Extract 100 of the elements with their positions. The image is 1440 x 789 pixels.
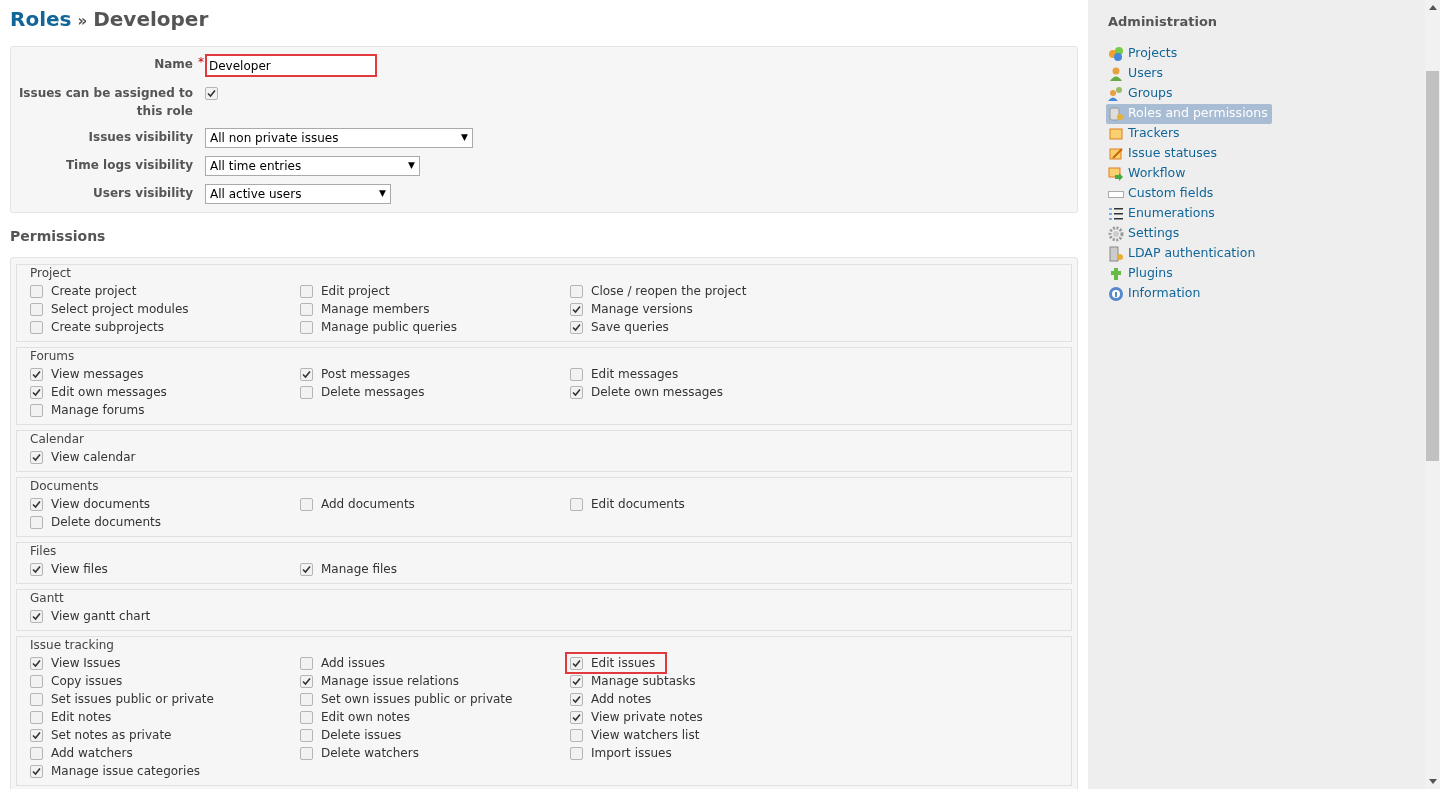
checkbox[interactable] [30,656,43,670]
checkbox[interactable] [300,692,313,706]
sidebar-link[interactable]: LDAP authentication [1108,243,1256,264]
permission-option[interactable]: Manage files [297,560,407,578]
permission-option[interactable]: View messages [27,365,154,383]
select-field[interactable]: All non private issues ▼ [205,128,473,148]
select-field[interactable]: All active users ▼ [205,184,391,204]
checkbox[interactable] [30,764,43,778]
breadcrumb-link[interactable]: Roles [10,4,72,34]
checkbox[interactable] [205,87,218,100]
select-field[interactable]: All time entries ▼ [205,156,420,176]
permission-option[interactable]: Close / reopen the project [567,282,757,300]
checkbox[interactable] [570,320,583,334]
permission-option[interactable]: Post messages [297,365,421,383]
permission-option[interactable]: Add issues [297,654,396,672]
permission-option[interactable]: Create subprojects [27,318,175,336]
sidebar-link[interactable]: Information [1108,283,1201,304]
permission-option[interactable]: Manage public queries [297,318,467,336]
permission-option[interactable]: Edit own messages [27,383,177,401]
permission-option[interactable]: View gantt chart [27,607,161,625]
permission-option[interactable]: Delete watchers [297,744,429,762]
permission-option[interactable]: View documents [27,495,161,513]
permission-option[interactable]: Add notes [567,690,662,708]
sidebar-link[interactable]: Projects [1108,43,1178,64]
checkbox[interactable] [300,284,313,298]
checkbox[interactable] [300,728,313,742]
permission-option[interactable]: Edit documents [567,495,695,513]
checkbox[interactable] [30,320,43,334]
permission-option[interactable]: Import issues [567,744,682,762]
checkbox[interactable] [30,609,43,623]
permission-option[interactable]: Edit messages [567,365,689,383]
permission-option[interactable]: Copy issues [27,672,133,690]
permission-option[interactable]: Manage issue categories [27,762,211,780]
checkbox[interactable] [300,656,313,670]
checkbox[interactable] [570,385,583,399]
permission-option[interactable]: View files [27,560,118,578]
permission-option[interactable]: Edit own notes [297,708,420,726]
permission-option[interactable]: View watchers list [567,726,710,744]
scrollbar-thumb[interactable] [1426,71,1439,461]
checkbox[interactable] [300,367,313,381]
checkbox[interactable] [570,656,583,670]
scroll-down-icon[interactable] [1428,779,1437,784]
checkbox[interactable] [570,302,583,316]
checkbox[interactable] [30,710,43,724]
permission-option[interactable]: Set notes as private [27,726,182,744]
checkbox[interactable] [30,403,43,417]
checkbox[interactable] [300,562,313,576]
permission-option[interactable]: Edit notes [27,708,122,726]
checkbox[interactable] [570,692,583,706]
checkbox[interactable] [300,320,313,334]
permission-option[interactable]: Manage issue relations [297,672,470,690]
checkbox[interactable] [30,450,43,464]
permission-option[interactable]: Create project [27,282,147,300]
sidebar-link[interactable]: Enumerations [1108,203,1215,224]
permission-option[interactable]: Delete issues [297,726,412,744]
checkbox[interactable] [570,284,583,298]
permission-option[interactable]: Edit project [297,282,400,300]
permission-option[interactable]: View calendar [27,448,146,466]
permission-option[interactable]: Select project modules [27,300,199,318]
checkbox[interactable] [570,674,583,688]
checkbox[interactable] [300,385,313,399]
checkbox[interactable] [300,497,313,511]
checkbox[interactable] [570,746,583,760]
permission-option[interactable]: Set own issues public or private [297,690,523,708]
checkbox[interactable] [30,674,43,688]
permission-option[interactable]: View private notes [567,708,713,726]
checkbox[interactable] [570,710,583,724]
checkbox[interactable] [30,284,43,298]
sidebar-link[interactable]: Trackers [1108,123,1180,144]
scrollbar[interactable] [1425,0,1440,789]
permission-option[interactable]: Manage versions [567,300,703,318]
checkbox[interactable] [300,746,313,760]
permission-option[interactable]: Edit issues [567,654,666,672]
checkbox[interactable] [30,692,43,706]
checkbox[interactable] [30,746,43,760]
checkbox[interactable] [30,497,43,511]
checkbox[interactable] [570,367,583,381]
permission-option[interactable]: Save queries [567,318,679,336]
sidebar-link[interactable]: Workflow [1108,163,1186,184]
name-input[interactable]: Developer [206,55,376,76]
sidebar-link[interactable]: Custom fields [1108,183,1214,204]
sidebar-link[interactable]: Settings [1108,223,1180,244]
checkbox[interactable] [30,728,43,742]
permission-option[interactable]: Add documents [297,495,425,513]
checkbox[interactable] [30,367,43,381]
checkbox[interactable] [300,710,313,724]
checkbox[interactable] [300,302,313,316]
sidebar-link[interactable]: Users [1108,63,1163,84]
checkbox[interactable] [570,497,583,511]
checkbox[interactable] [30,302,43,316]
scroll-up-icon[interactable] [1428,5,1437,10]
permission-option[interactable]: Delete messages [297,383,435,401]
checkbox[interactable] [300,674,313,688]
permission-option[interactable]: Manage forums [27,401,155,419]
checkbox[interactable] [570,728,583,742]
permission-option[interactable]: View Issues [27,654,131,672]
permission-option[interactable]: Add watchers [27,744,143,762]
sidebar-link[interactable]: Issue statuses [1108,143,1217,164]
permission-option[interactable]: Delete documents [27,513,172,531]
permission-option[interactable]: Delete own messages [567,383,733,401]
